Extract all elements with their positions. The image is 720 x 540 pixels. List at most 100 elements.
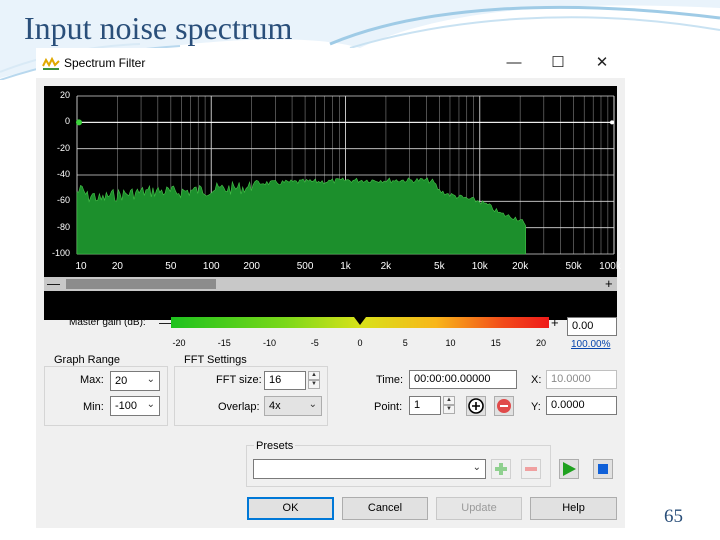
y-tick-label: -20 xyxy=(56,142,70,153)
max-label: Max: xyxy=(80,374,104,386)
fft-size-spinner[interactable]: ▲ ▼ xyxy=(308,371,320,389)
max-value: 20 xyxy=(115,375,128,387)
spectrum-filter-window: Spectrum Filter — ☐ ✕ 20 0 -20 -40 -60 -80 -10… xyxy=(36,48,625,528)
spectrum-chart[interactable] xyxy=(44,86,617,277)
spin-down-icon[interactable]: ▼ xyxy=(443,405,455,414)
x-tick-label: 50 xyxy=(165,261,177,272)
x-tick-label: 20 xyxy=(111,261,123,272)
x-tick-label: 100 xyxy=(202,261,220,272)
ok-button[interactable]: OK xyxy=(247,497,334,520)
gain-tick-label: 15 xyxy=(490,338,501,348)
help-button[interactable]: Help xyxy=(530,497,617,520)
min-combo[interactable]: -100 ⌄ xyxy=(110,396,160,416)
play-button[interactable] xyxy=(559,459,579,479)
scroll-tick-label: 10 xyxy=(168,298,180,308)
spin-up-icon[interactable]: ▲ xyxy=(443,396,455,405)
close-button[interactable]: ✕ xyxy=(580,48,624,78)
x-tick-label: 10 xyxy=(75,261,87,272)
scroll-zoom-out-button[interactable]: — xyxy=(47,277,60,291)
minus-icon xyxy=(525,467,537,471)
stop-icon xyxy=(598,464,608,474)
stop-button[interactable] xyxy=(593,459,613,479)
presets-title: Presets xyxy=(254,440,296,452)
gain-tick-label: 20 xyxy=(535,338,547,348)
gain-tick-label: -5 xyxy=(310,338,319,348)
scrollbar-thumb[interactable] xyxy=(66,279,216,289)
y-tick-label: 20 xyxy=(59,90,70,100)
point-field[interactable]: 1 xyxy=(409,396,441,415)
scroll-tick-label: 45 xyxy=(550,298,561,308)
x-tick-label: 100k xyxy=(599,261,621,272)
scroll-zoom-in-button[interactable]: + xyxy=(605,277,613,291)
x-tick-label: 2k xyxy=(380,261,392,272)
update-button: Update xyxy=(436,497,522,520)
spectrum-area xyxy=(76,177,527,255)
remove-circle-icon xyxy=(497,399,511,413)
y-field[interactable]: 0.0000 xyxy=(546,396,617,415)
remove-preset-button[interactable] xyxy=(521,459,541,479)
gain-slider-thumb[interactable] xyxy=(354,317,366,327)
add-preset-button[interactable] xyxy=(491,459,511,479)
minimize-button[interactable]: — xyxy=(492,48,536,78)
min-value: -100 xyxy=(115,400,138,412)
presets-combo[interactable]: ⌄ xyxy=(253,459,486,479)
fft-size-field[interactable]: 16 xyxy=(264,371,306,390)
gain-tick-label: -15 xyxy=(217,338,231,348)
gain-tick-label: -10 xyxy=(262,338,277,348)
y-tick-label: 0 xyxy=(64,116,70,127)
time-label: Time: xyxy=(376,374,404,386)
chevron-down-icon: ⌄ xyxy=(146,374,155,385)
spectrum-app-icon xyxy=(42,56,60,70)
x-field: 10.0000 xyxy=(546,370,617,389)
overlap-value: 4x xyxy=(269,400,281,412)
y-tick-label: -60 xyxy=(56,195,70,206)
scroll-tick-label: 20 xyxy=(277,298,289,308)
x-tick-label: 10k xyxy=(471,261,488,272)
gain-tick-label: 5 xyxy=(402,338,408,348)
y-label: Y: xyxy=(531,401,541,413)
plus-icon xyxy=(495,463,507,475)
x-label: X: xyxy=(531,374,542,386)
time-scrollbar[interactable] xyxy=(44,277,617,291)
gain-tick-label: 0 xyxy=(357,338,363,348)
min-label: Min: xyxy=(83,401,104,413)
gain-plus-button[interactable]: + xyxy=(551,316,559,330)
scroll-tick-label: 0 xyxy=(62,298,68,308)
spin-down-icon[interactable]: ▼ xyxy=(308,380,320,389)
master-gain-label: Master gain (dB): xyxy=(69,317,146,328)
overlap-combo[interactable]: 4x ⌄ xyxy=(264,396,322,416)
remove-point-button[interactable] xyxy=(494,396,514,416)
add-point-button[interactable] xyxy=(466,396,486,416)
max-combo[interactable]: 20 ⌄ xyxy=(110,371,160,391)
point-label: Point: xyxy=(374,401,403,413)
x-tick-label: 200 xyxy=(243,261,260,272)
scroll-tick-label: 30 xyxy=(386,298,398,308)
x-tick-label: 50k xyxy=(565,261,582,272)
spin-up-icon[interactable]: ▲ xyxy=(308,371,320,380)
fft-settings-title: FFT Settings xyxy=(182,354,249,366)
scroll-tick-label: 40 xyxy=(495,298,507,308)
cancel-button[interactable]: Cancel xyxy=(342,497,428,520)
play-icon xyxy=(563,462,576,476)
gain-tick-label: -20 xyxy=(172,338,186,348)
x-tick-label: 1k xyxy=(340,261,351,272)
window-title: Spectrum Filter xyxy=(64,56,146,70)
chevron-down-icon: ⌄ xyxy=(146,399,155,410)
scroll-tick-label: 15 xyxy=(223,298,234,308)
point-spinner[interactable]: ▲ ▼ xyxy=(443,396,455,414)
y-tick-label: -100 xyxy=(51,248,70,258)
maximize-button[interactable]: ☐ xyxy=(536,48,580,78)
title-bar[interactable]: Spectrum Filter — ☐ ✕ xyxy=(36,48,625,78)
time-field[interactable]: 00:00:00.00000 xyxy=(409,370,517,389)
y-tick-label: -80 xyxy=(56,221,70,232)
gain-percent-link[interactable]: 100.00% xyxy=(571,339,610,350)
scroll-tick-label: 35 xyxy=(441,298,452,308)
slide-page-number: 65 xyxy=(664,506,683,527)
chevron-down-icon: ⌄ xyxy=(472,462,481,473)
scroll-tick-label: 25 xyxy=(332,298,343,308)
y-tick-label: -40 xyxy=(56,169,70,179)
overlap-label: Overlap: xyxy=(218,401,260,413)
graph-range-title: Graph Range xyxy=(52,354,123,366)
gain-value-field[interactable]: 0.00 xyxy=(567,317,617,336)
add-circle-icon xyxy=(468,398,484,414)
